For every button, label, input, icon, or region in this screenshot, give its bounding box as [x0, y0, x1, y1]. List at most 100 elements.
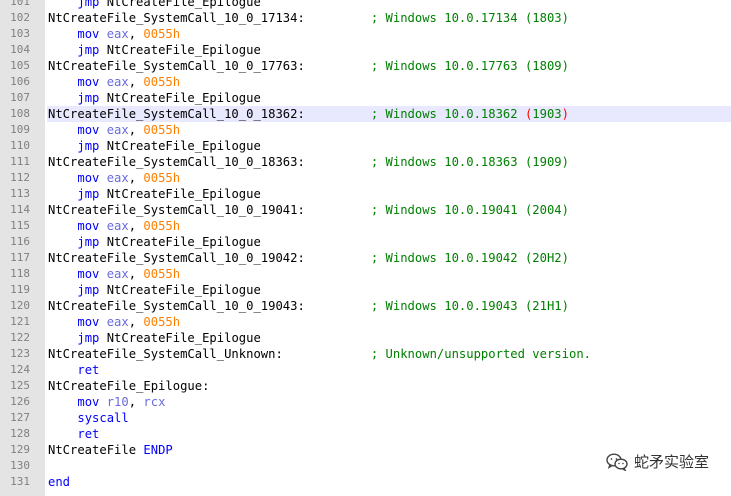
code-text[interactable]: NtCreateFile_SystemCall_10_0_18363: ; Wi… [47, 154, 731, 170]
code-text[interactable]: mov eax, 0055h [47, 122, 731, 138]
watermark: 蛇矛实验室 [606, 451, 709, 472]
code-line[interactable]: 131 end [0, 474, 731, 490]
code-text[interactable]: jmp NtCreateFile_Epilogue [47, 330, 731, 346]
line-number: 131 [10, 475, 30, 488]
label: NtCreateFile_SystemCall_10_0_18362: [48, 107, 305, 121]
code-text[interactable]: ret [47, 362, 731, 378]
code-line[interactable]: 122 jmp NtCreateFile_Epilogue [0, 330, 731, 346]
register: rcx [143, 395, 166, 409]
immediate-value: 0055h [143, 27, 181, 41]
separator: , [128, 27, 144, 41]
operand: NtCreateFile_Epilogue [99, 0, 261, 9]
register: eax [106, 123, 129, 137]
code-text[interactable]: NtCreateFile_SystemCall_10_0_17763: ; Wi… [47, 58, 731, 74]
code-text[interactable]: mov eax, 0055h [47, 218, 731, 234]
code-line[interactable]: 124 ret [0, 362, 731, 378]
code-line[interactable]: 113 jmp NtCreateFile_Epilogue [0, 186, 731, 202]
code-text[interactable]: mov eax, 0055h [47, 26, 731, 42]
line-number: 112 [10, 171, 30, 184]
code-line[interactable]: 110 jmp NtCreateFile_Epilogue [0, 138, 731, 154]
code-line[interactable]: 123 NtCreateFile_SystemCall_Unknown: ; Un… [0, 346, 731, 362]
label: NtCreateFile [48, 443, 137, 457]
code-line[interactable]: 127 syscall [0, 410, 731, 426]
code-text[interactable]: jmp NtCreateFile_Epilogue [47, 186, 731, 202]
padding [305, 251, 371, 265]
code-text[interactable]: ret [47, 426, 731, 442]
line-number: 120 [10, 299, 30, 312]
code-line[interactable]: 117 NtCreateFile_SystemCall_10_0_19042: ;… [0, 250, 731, 266]
code-text[interactable]: NtCreateFile_SystemCall_Unknown: ; Unkno… [47, 346, 731, 362]
code-text[interactable]: end [47, 474, 731, 490]
code-text[interactable]: NtCreateFile_SystemCall_10_0_19041: ; Wi… [47, 202, 731, 218]
line-number: 126 [10, 395, 30, 408]
code-line[interactable]: 108 NtCreateFile_SystemCall_10_0_18362: ;… [0, 106, 731, 122]
code-line[interactable]: 116 jmp NtCreateFile_Epilogue [0, 234, 731, 250]
instruction: jmp [77, 283, 100, 297]
code-line[interactable]: 101 jmp NtCreateFile_Epilogue [0, 0, 731, 10]
code-line[interactable]: 126 mov r10, rcx [0, 394, 731, 410]
code-line[interactable]: 120 NtCreateFile_SystemCall_10_0_19043: ;… [0, 298, 731, 314]
code-editor[interactable]: 101 jmp NtCreateFile_Epilogue 102 NtCreate… [0, 0, 731, 496]
separator: , [128, 315, 144, 329]
code-line[interactable]: 119 jmp NtCreateFile_Epilogue [0, 282, 731, 298]
code-line[interactable]: 121 mov eax, 0055h [0, 314, 731, 330]
code-line[interactable]: 114 NtCreateFile_SystemCall_10_0_19041: ;… [0, 202, 731, 218]
code-line[interactable]: 106 mov eax, 0055h [0, 74, 731, 90]
code-text[interactable]: NtCreateFile_SystemCall_10_0_19043: ; Wi… [47, 298, 731, 314]
code-text[interactable]: mov eax, 0055h [47, 266, 731, 282]
code-line[interactable]: 105 NtCreateFile_SystemCall_10_0_17763: ;… [0, 58, 731, 74]
operand: NtCreateFile_Epilogue [99, 91, 261, 105]
code-text[interactable]: NtCreateFile_SystemCall_10_0_17134: ; Wi… [47, 10, 731, 26]
code-text[interactable]: jmp NtCreateFile_Epilogue [47, 138, 731, 154]
code-line[interactable]: 115 mov eax, 0055h [0, 218, 731, 234]
label: NtCreateFile_Epilogue: [48, 379, 210, 393]
label: NtCreateFile_SystemCall_10_0_19041: [48, 203, 305, 217]
operand: NtCreateFile_Epilogue [99, 331, 261, 345]
comment: ; Windows 10.0.19043 (21H1) [370, 299, 569, 313]
code-text[interactable]: jmp NtCreateFile_Epilogue [47, 90, 731, 106]
code-line[interactable]: 112 mov eax, 0055h [0, 170, 731, 186]
code-line[interactable]: 107 jmp NtCreateFile_Epilogue [0, 90, 731, 106]
code-lines[interactable]: 101 jmp NtCreateFile_Epilogue 102 NtCreate… [0, 0, 731, 490]
code-line[interactable]: 111 NtCreateFile_SystemCall_10_0_18363: ;… [0, 154, 731, 170]
line-number: 123 [10, 347, 30, 360]
register: eax [106, 219, 129, 233]
immediate-value: 0055h [143, 75, 181, 89]
code-text[interactable]: jmp NtCreateFile_Epilogue [47, 234, 731, 250]
instruction: mov [77, 267, 100, 281]
immediate-value: 0055h [143, 123, 181, 137]
code-text[interactable]: syscall [47, 410, 731, 426]
code-text[interactable]: mov eax, 0055h [47, 314, 731, 330]
code-line[interactable]: 118 mov eax, 0055h [0, 266, 731, 282]
code-line[interactable]: 128 ret [0, 426, 731, 442]
code-line[interactable]: 103 mov eax, 0055h [0, 26, 731, 42]
code-text[interactable]: NtCreateFile_Epilogue: [47, 378, 731, 394]
code-text[interactable]: NtCreateFile_SystemCall_10_0_18362: ; Wi… [47, 106, 731, 122]
code-line[interactable]: 109 mov eax, 0055h [0, 122, 731, 138]
code-text[interactable]: NtCreateFile_SystemCall_10_0_19042: ; Wi… [47, 250, 731, 266]
code-text[interactable]: mov eax, 0055h [47, 170, 731, 186]
separator: , [128, 75, 144, 89]
instruction: mov [77, 75, 100, 89]
instruction: mov [77, 219, 100, 233]
line-number: 128 [10, 427, 30, 440]
instruction: jmp [77, 331, 100, 345]
instruction: jmp [77, 91, 100, 105]
code-line[interactable]: 102 NtCreateFile_SystemCall_10_0_17134: ;… [0, 10, 731, 26]
register: eax [106, 267, 129, 281]
code-text[interactable]: mov eax, 0055h [47, 74, 731, 90]
register: eax [106, 27, 129, 41]
instruction: jmp [77, 187, 100, 201]
code-text[interactable]: jmp NtCreateFile_Epilogue [47, 0, 731, 10]
code-line[interactable]: 125 NtCreateFile_Epilogue: [0, 378, 731, 394]
code-text[interactable]: jmp NtCreateFile_Epilogue [47, 42, 731, 58]
code-text[interactable]: mov r10, rcx [47, 394, 731, 410]
padding [305, 107, 371, 121]
code-line[interactable]: 104 jmp NtCreateFile_Epilogue [0, 42, 731, 58]
code-text[interactable]: jmp NtCreateFile_Epilogue [47, 282, 731, 298]
